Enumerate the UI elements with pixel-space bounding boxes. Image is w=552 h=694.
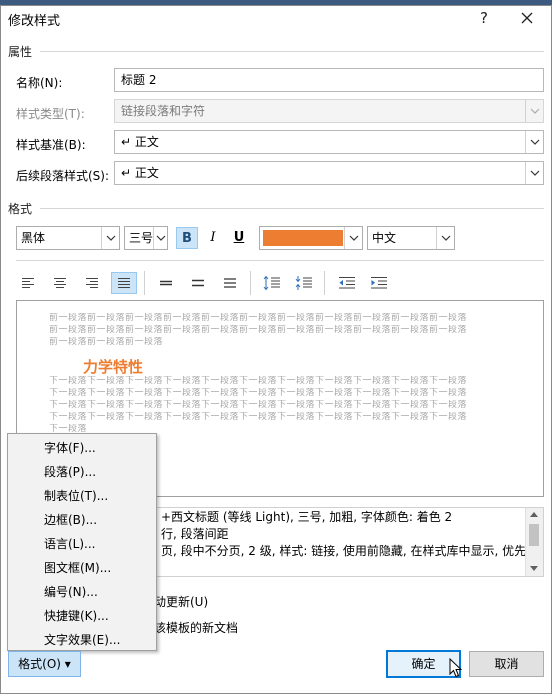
font-select[interactable]: 黑体 bbox=[16, 226, 120, 250]
cancel-button[interactable]: 取消 bbox=[469, 651, 544, 677]
menu-item-language[interactable]: 语言(L)... bbox=[44, 535, 96, 552]
chevron-down-icon[interactable] bbox=[344, 227, 362, 249]
preview-sample-text: 力学特性 bbox=[83, 358, 144, 376]
description-line: 行, 段落间距 bbox=[161, 527, 229, 541]
format-menu-button[interactable]: 格式(O) ▾ bbox=[8, 651, 81, 677]
align-right-icon[interactable] bbox=[79, 272, 105, 294]
space-after-icon[interactable] bbox=[291, 272, 317, 294]
preview-prev-line: 前一段落前一段落前一段落前一段落前一段落前一段落前一段落前一段落前一段落前一段落… bbox=[49, 325, 468, 335]
menu-item-frame[interactable]: 图文框(M)... bbox=[44, 559, 111, 576]
script-select[interactable]: 中文 bbox=[367, 226, 455, 250]
chevron-down-icon[interactable] bbox=[525, 162, 543, 184]
toolbar-separator bbox=[250, 271, 251, 295]
preview-next-line: 下一段落下一段落下一段落下一段落下一段落下一段落下一段落下一段落下一段落下一段落… bbox=[49, 400, 468, 410]
align-left-icon[interactable] bbox=[15, 272, 41, 294]
divider bbox=[16, 260, 544, 261]
based-on-select[interactable]: ↵ 正文 bbox=[114, 130, 544, 154]
size-value: 三号 bbox=[129, 231, 154, 245]
menu-item-paragraph[interactable]: 段落(P)... bbox=[44, 463, 96, 480]
style-type-value: 链接段落和字符 bbox=[121, 104, 206, 118]
name-input[interactable]: 标题 2 bbox=[114, 68, 544, 92]
style-type-select: 链接段落和字符 bbox=[114, 99, 544, 123]
menu-item-font[interactable]: 字体(F)... bbox=[44, 439, 96, 456]
menu-item-text-effects[interactable]: 文字效果(E)... bbox=[44, 631, 120, 648]
divider bbox=[40, 208, 544, 209]
toolbar-separator bbox=[324, 271, 325, 295]
menu-item-shortcut-key[interactable]: 快捷键(K)... bbox=[44, 607, 109, 624]
dialog-title: 修改样式 bbox=[8, 14, 61, 29]
scroll-up-icon[interactable] bbox=[530, 512, 538, 517]
scroll-thumb[interactable] bbox=[529, 524, 539, 546]
justify-icon[interactable] bbox=[111, 272, 137, 294]
script-value: 中文 bbox=[372, 231, 397, 245]
based-on-label: 样式基准(B): bbox=[16, 138, 86, 152]
preview-prev-line: 前一段落前一段落前一段落前一段落前一段落前一段落前一段落前一段落前一段落前一段落… bbox=[49, 313, 468, 323]
mouse-cursor-icon bbox=[449, 657, 463, 681]
help-icon[interactable]: ? bbox=[470, 6, 498, 30]
bold-button[interactable]: B bbox=[176, 227, 198, 249]
next-style-value: ↵ 正文 bbox=[121, 166, 159, 180]
chevron-down-icon bbox=[525, 100, 543, 122]
preview-next-line: 下一段落下一段落下一段落下一段落下一段落下一段落下一段落下一段落下一段落下一段落… bbox=[49, 412, 468, 422]
next-style-select[interactable]: ↵ 正文 bbox=[114, 161, 544, 185]
format-menu: 字体(F)... 段落(P)... 制表位(T)... 边框(B)... 语言(… bbox=[7, 433, 157, 651]
close-icon[interactable] bbox=[513, 6, 541, 30]
double-spacing-icon[interactable] bbox=[217, 272, 243, 294]
font-value: 黑体 bbox=[21, 231, 46, 245]
description-scrollbar[interactable] bbox=[525, 508, 543, 576]
toolbar-separator bbox=[144, 271, 145, 295]
properties-section-label: 属性 bbox=[8, 45, 33, 59]
chevron-down-icon[interactable] bbox=[525, 131, 543, 153]
one-half-spacing-icon[interactable] bbox=[185, 272, 211, 294]
italic-button[interactable]: I bbox=[202, 227, 224, 249]
divider bbox=[40, 51, 544, 52]
decrease-indent-icon[interactable] bbox=[334, 272, 360, 294]
underline-button[interactable]: U bbox=[228, 227, 250, 249]
increase-indent-icon[interactable] bbox=[366, 272, 392, 294]
scroll-down-icon[interactable] bbox=[530, 566, 538, 571]
align-center-icon[interactable] bbox=[47, 272, 73, 294]
description-line: +西文标题 (等线 Light), 三号, 加粗, 字体颜色: 着色 2 bbox=[161, 510, 453, 524]
next-style-label: 后续段落样式(S): bbox=[16, 169, 110, 183]
name-label: 名称(N): bbox=[16, 76, 63, 90]
preview-next-line: 下一段落下一段落下一段落下一段落下一段落下一段落下一段落下一段落下一段落下一段落… bbox=[49, 376, 468, 386]
size-select[interactable]: 三号 bbox=[124, 226, 168, 250]
format-section-label: 格式 bbox=[8, 202, 33, 216]
menu-item-numbering[interactable]: 编号(N)... bbox=[44, 583, 98, 600]
menu-item-tabs[interactable]: 制表位(T)... bbox=[44, 487, 108, 504]
font-color-select[interactable] bbox=[259, 226, 363, 250]
based-on-value: ↵ 正文 bbox=[121, 135, 159, 149]
style-type-label: 样式类型(T): bbox=[16, 107, 85, 121]
menu-item-border[interactable]: 边框(B)... bbox=[44, 511, 97, 528]
preview-next-line: 下一段落下一段落下一段落下一段落下一段落下一段落下一段落下一段落下一段落下一段落… bbox=[49, 388, 468, 398]
new-documents-label[interactable]: 该模板的新文档 bbox=[154, 619, 238, 636]
chevron-down-icon[interactable] bbox=[153, 227, 167, 249]
chevron-down-icon[interactable] bbox=[436, 227, 454, 249]
space-before-icon[interactable] bbox=[259, 272, 285, 294]
preview-prev-line: 前一段落前一段落前一段落 bbox=[49, 337, 164, 347]
chevron-down-icon[interactable] bbox=[101, 227, 119, 249]
single-spacing-icon[interactable] bbox=[153, 272, 179, 294]
auto-update-label[interactable]: 动更新(U) bbox=[154, 593, 208, 610]
title-bar bbox=[1, 5, 551, 31]
color-swatch bbox=[263, 230, 343, 246]
description-line: 页, 段中不分页, 2 级, 样式: 链接, 使用前隐藏, 在样式库中显示, 优… bbox=[161, 544, 527, 558]
